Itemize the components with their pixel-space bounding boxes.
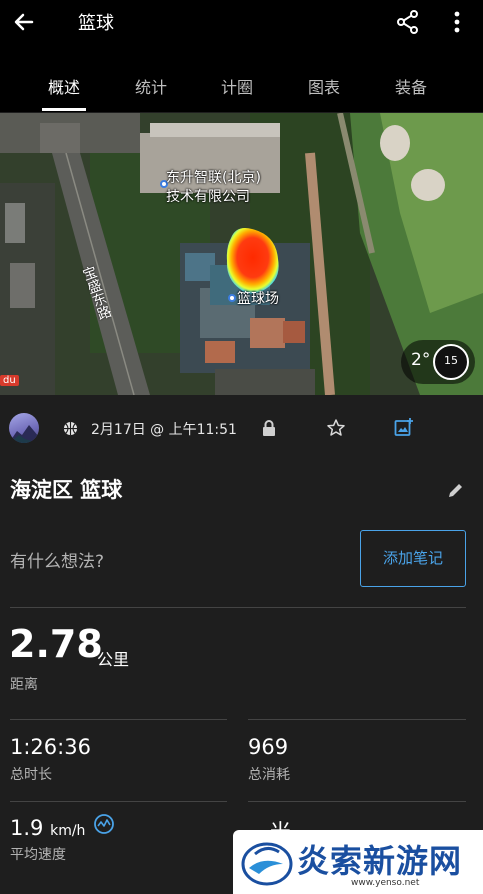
wind-dial-icon: 15 [433,344,469,380]
tab-stats[interactable]: 统计 [111,74,191,98]
tab-laps[interactable]: 计圈 [197,74,277,98]
add-photo-icon[interactable] [394,417,414,437]
total-time-label: 总时长 [10,767,52,783]
avg-speed-value-row: 1.9 km/h [10,816,85,840]
baidu-logo: du [0,375,19,386]
wind-value: 15 [444,354,458,367]
poi-label-line2: 技术有限公司 [166,189,250,205]
edit-pencil-icon[interactable] [446,480,466,500]
total-calories-value: 969 [248,735,289,759]
page-title: 篮球 [78,13,114,34]
divider [248,801,466,802]
activity-header: 2月17日 @ 上午11:51 [0,405,483,453]
poi-label-line1: 东升智联(北京) [166,170,261,186]
distance-value: 2.78 [9,622,103,666]
court-marker-icon [228,294,236,302]
tab-charts[interactable]: 图表 [284,74,364,98]
avatar[interactable] [9,413,39,443]
total-time-value: 1:26:36 [10,735,91,759]
divider [10,719,227,720]
share-icon[interactable] [392,6,424,38]
back-arrow-icon[interactable] [8,6,40,38]
add-note-button[interactable]: 添加笔记 [360,530,466,587]
thought-prompt[interactable]: 有什么想法? [10,547,104,572]
speed-gauge-icon[interactable] [93,813,115,835]
tab-gear[interactable]: 装备 [371,74,451,98]
distance-unit: 公里 [97,650,130,669]
watermark-text: 炎索新游网 [297,842,463,880]
weather-temperature: 2° [411,350,431,370]
avatar-mountain-icon [9,425,39,443]
star-icon[interactable] [326,418,346,438]
watermark-logo [241,842,293,886]
activity-date: 2月17日 @ 上午11:51 [91,422,237,438]
avg-speed-label: 平均速度 [10,847,66,863]
watermark-overlay: 炎索新游网 www.yenso.net [233,830,483,894]
avg-speed-unit: km/h [50,823,86,839]
divider [10,801,227,802]
total-calories-label: 总消耗 [248,767,290,783]
more-options-icon[interactable] [443,6,471,38]
tab-bar: 概述 统计 计圈 图表 装备 [0,60,483,112]
app-bar: 篮球 [0,0,483,60]
activity-map[interactable]: 东升智联(北京) 技术有限公司 宝盛东路 篮球场 du 2° 15 [0,113,483,395]
weather-badge: 2° 15 [401,340,475,384]
distance-label: 距离 [10,677,38,693]
lock-icon[interactable] [261,419,277,437]
active-tab-indicator [42,108,86,111]
watermark-url: www.yenso.net [351,878,420,888]
activity-title: 海淀区 篮球 [10,478,123,502]
court-label: 篮球场 [237,291,279,307]
divider [248,719,466,720]
basketball-icon [63,421,78,436]
tab-overview[interactable]: 概述 [24,74,104,98]
divider [10,607,466,608]
avg-speed-value: 1.9 [10,816,44,840]
